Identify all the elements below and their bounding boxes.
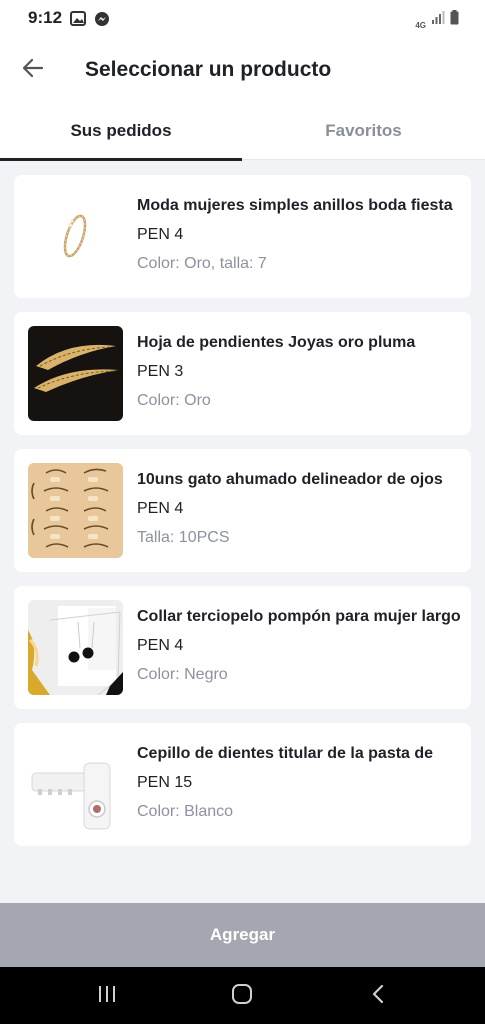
app-header: Seleccionar un producto <box>0 38 485 102</box>
home-button[interactable] <box>220 981 264 1011</box>
product-price: PEN 4 <box>137 500 184 517</box>
product-price: PEN 4 <box>137 226 184 243</box>
tab-sus-pedidos[interactable]: Sus pedidos <box>0 102 242 161</box>
product-price: PEN 3 <box>137 363 184 380</box>
add-button[interactable]: Agregar <box>0 903 485 967</box>
product-title: Hoja de pendientes Joyas oro pluma <box>137 334 416 351</box>
product-variant: Color: Blanco <box>137 803 234 820</box>
tab-bar: Sus pedidos Favoritos <box>0 102 485 161</box>
product-title: Collar terciopelo pompón para mujer larg… <box>137 608 461 625</box>
product-card[interactable]: Collar terciopelo pompón para mujer larg… <box>14 586 471 709</box>
network-type: 4G <box>415 21 426 30</box>
gold-ring-image <box>28 189 123 284</box>
product-title: Moda mujeres simples anillos boda fiesta <box>137 197 453 214</box>
battery-icon <box>450 10 459 30</box>
status-time: 9:12 <box>28 8 63 27</box>
arrow-left-icon <box>22 58 44 83</box>
gallery-icon <box>70 11 86 32</box>
feather-earrings-image <box>28 326 123 421</box>
product-variant: Color: Oro <box>137 392 211 409</box>
product-card[interactable]: Hoja de pendientes Joyas oro pluma PEN 3… <box>14 312 471 435</box>
recent-apps-icon <box>97 985 117 1008</box>
toothpaste-dispenser-image <box>28 737 123 832</box>
recent-apps-button[interactable] <box>85 981 129 1011</box>
product-card[interactable]: 10uns gato ahumado delineador de ojos PE… <box>14 449 471 572</box>
back-button[interactable] <box>14 52 52 88</box>
eyeliner-stencils-image <box>28 463 123 558</box>
tab-label: Favoritos <box>325 121 402 140</box>
back-icon <box>371 984 385 1009</box>
product-variant: Talla: 10PCS <box>137 529 230 546</box>
product-variant: Color: Oro, talla: 7 <box>137 255 267 272</box>
home-icon <box>231 983 253 1010</box>
product-card[interactable]: Cepillo de dientes titular de la pasta d… <box>14 723 471 846</box>
page-title: Seleccionar un producto <box>85 58 332 81</box>
messenger-icon <box>94 11 110 32</box>
product-title: 10uns gato ahumado delineador de ojos <box>137 471 443 488</box>
system-nav-bar <box>0 967 485 1024</box>
status-bar: 9:12 4G <box>0 0 485 38</box>
pompom-necklace-image <box>28 600 123 695</box>
tab-favoritos[interactable]: Favoritos <box>242 102 485 160</box>
signal-icon <box>431 11 445 30</box>
tab-label: Sus pedidos <box>70 121 172 140</box>
add-button-label: Agregar <box>209 925 276 944</box>
product-title: Cepillo de dientes titular de la pasta d… <box>137 745 434 762</box>
product-card[interactable]: Moda mujeres simples anillos boda fiesta… <box>14 175 471 298</box>
product-list: Moda mujeres simples anillos boda fiesta… <box>14 175 471 860</box>
system-back-button[interactable] <box>356 981 400 1011</box>
product-price: PEN 4 <box>137 637 184 654</box>
active-tab-indicator <box>0 158 242 161</box>
product-variant: Color: Negro <box>137 666 228 683</box>
product-price: PEN 15 <box>137 774 193 791</box>
